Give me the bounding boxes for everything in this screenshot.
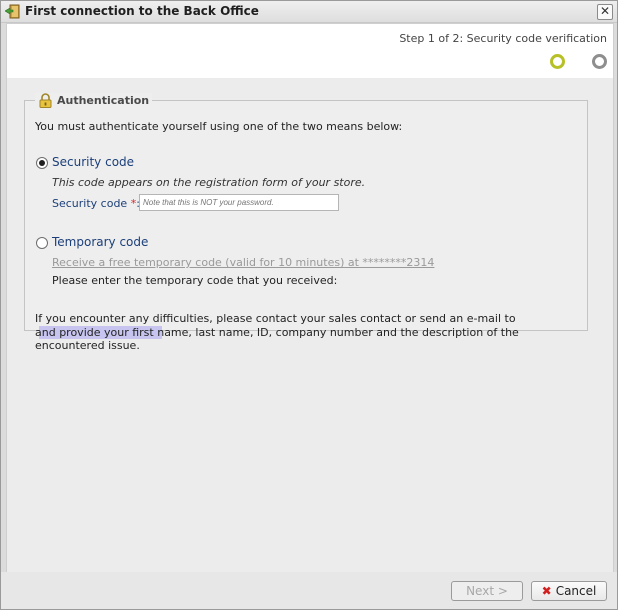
cancel-button[interactable]: ✖ Cancel bbox=[531, 581, 607, 601]
cancel-x-icon: ✖ bbox=[541, 584, 552, 598]
temporary-code-option-label[interactable]: Temporary code bbox=[52, 235, 148, 249]
window-title: First connection to the Back Office bbox=[25, 4, 259, 18]
cancel-label: Cancel bbox=[555, 584, 597, 598]
temporary-code-instruction: Please enter the temporary code that you… bbox=[52, 274, 338, 287]
close-icon: ✕ bbox=[599, 4, 611, 18]
security-code-input[interactable] bbox=[139, 194, 339, 211]
door-exit-icon bbox=[5, 4, 20, 19]
dialog-window: First connection to the Back Office ✕ St… bbox=[0, 0, 618, 610]
legend-text: Authentication bbox=[57, 94, 150, 107]
receive-temporary-code-link[interactable]: Receive a free temporary code (valid for… bbox=[52, 256, 434, 269]
security-code-hint: This code appears on the registration fo… bbox=[52, 176, 366, 189]
lock-icon bbox=[39, 93, 52, 108]
help-text-line2: and provide your first name, last name, … bbox=[35, 326, 519, 352]
intro-text: You must authenticate yourself using one… bbox=[35, 120, 403, 133]
step-indicator-next bbox=[592, 54, 607, 69]
title-bar[interactable]: First connection to the Back Office ✕ bbox=[1, 1, 617, 23]
step-indicator-current bbox=[550, 54, 565, 69]
close-button[interactable]: ✕ bbox=[597, 4, 613, 20]
security-code-option-label[interactable]: Security code bbox=[52, 155, 134, 169]
step-label: Step 1 of 2: Security code verification bbox=[399, 32, 607, 45]
dialog-footer bbox=[1, 572, 617, 609]
step-header: Step 1 of 2: Security code verification bbox=[7, 24, 613, 78]
authentication-fieldset: Authentication You must authenticate you… bbox=[24, 93, 588, 352]
fieldset-legend: Authentication bbox=[35, 93, 153, 108]
next-button[interactable]: Next > bbox=[451, 581, 523, 601]
temporary-code-radio[interactable] bbox=[36, 237, 48, 249]
security-code-radio[interactable] bbox=[36, 157, 48, 169]
dialog-body: Step 1 of 2: Security code verification … bbox=[6, 23, 614, 573]
security-code-field-label: Security code *: bbox=[52, 197, 140, 210]
